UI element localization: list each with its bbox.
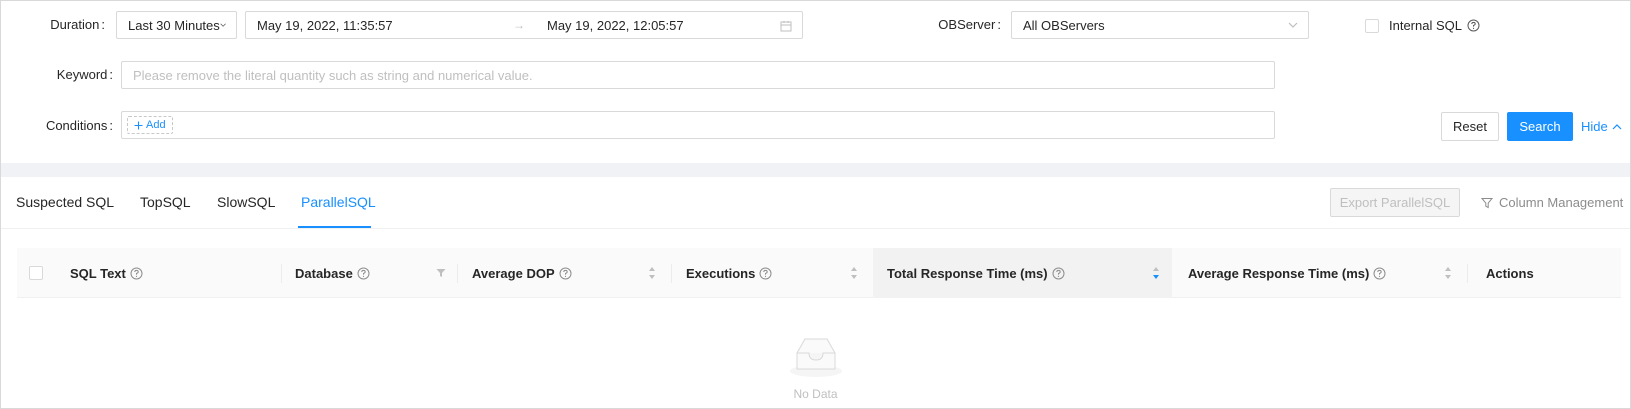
range-start[interactable]: May 19, 2022, 11:35:57 [246, 18, 393, 33]
column-filter-icon[interactable] [436, 268, 446, 278]
plus-icon [134, 121, 143, 129]
observer-label: OBServer: [938, 17, 1001, 32]
chevron-down-icon [1288, 22, 1298, 28]
calendar-icon [780, 21, 792, 32]
column-sql-text[interactable]: SQL Text [70, 248, 143, 298]
duration-label: Duration: [50, 17, 105, 32]
internal-sql-checkbox[interactable] [1365, 19, 1379, 33]
column-average-response-time[interactable]: Average Response Time (ms) [1188, 248, 1386, 298]
internal-sql-label: Internal SQL [1389, 18, 1462, 33]
question-icon[interactable] [1052, 267, 1065, 280]
active-tab-indicator [298, 226, 371, 228]
search-button[interactable]: Search [1507, 112, 1573, 141]
keyword-input[interactable]: Please remove the literal quantity such … [121, 61, 1275, 89]
duration-select[interactable]: Last 30 Minutes [116, 11, 237, 39]
conditions-box: Add [121, 111, 1275, 139]
column-total-response-time[interactable]: Total Response Time (ms) [873, 248, 1172, 298]
chevron-down-icon [220, 23, 226, 27]
filter-form: Duration: Last 30 Minutes May 19, 2022, … [1, 1, 1630, 163]
sort-icon[interactable] [850, 266, 858, 280]
tab-suspected-sql[interactable]: Suspected SQL [16, 194, 114, 210]
sort-icon[interactable] [1444, 266, 1452, 280]
conditions-label: Conditions: [45, 118, 113, 133]
range-end[interactable]: May 19, 2022, 12:05:57 [536, 18, 684, 33]
select-all-checkbox[interactable] [29, 266, 43, 280]
arrow-right-icon: → [513, 18, 525, 32]
reset-button[interactable]: Reset [1441, 112, 1499, 141]
duration-value: Last 30 Minutes [128, 17, 220, 33]
sort-descend-icon[interactable] [1152, 266, 1160, 280]
question-icon[interactable] [130, 267, 143, 280]
question-icon[interactable] [1467, 19, 1480, 32]
add-condition-button[interactable]: Add [127, 116, 173, 134]
empty-state-text: No Data [793, 387, 838, 401]
chevron-up-icon [1612, 123, 1622, 129]
sql-tabs: Suspected SQL TopSQL SlowSQL ParallelSQL… [1, 177, 1630, 229]
tab-parallelsql[interactable]: ParallelSQL [301, 194, 376, 210]
sort-icon[interactable] [648, 266, 656, 280]
observer-value: All OBServers [1023, 17, 1105, 33]
column-actions: Actions [1486, 265, 1534, 281]
question-icon[interactable] [559, 267, 572, 280]
hide-toggle[interactable]: Hide [1581, 119, 1622, 134]
keyword-placeholder: Please remove the literal quantity such … [133, 67, 533, 83]
column-management-button[interactable]: Column Management [1481, 195, 1623, 210]
column-executions[interactable]: Executions [686, 248, 772, 298]
column-average-dop[interactable]: Average DOP [472, 248, 572, 298]
question-icon[interactable] [759, 267, 772, 280]
empty-inbox-icon [789, 338, 842, 377]
empty-state [1, 333, 1630, 382]
time-range-picker[interactable]: May 19, 2022, 11:35:57 → May 19, 2022, 1… [245, 11, 803, 39]
tab-slowsql[interactable]: SlowSQL [217, 194, 275, 210]
keyword-label: Keyword: [56, 67, 113, 82]
tab-topsql[interactable]: TopSQL [140, 194, 191, 210]
table-header: SQL Text Database Average DOP Executions… [17, 248, 1621, 298]
sql-diagnosis-panel: Duration: Last 30 Minutes May 19, 2022, … [0, 0, 1631, 409]
question-icon[interactable] [1373, 267, 1386, 280]
observer-select[interactable]: All OBServers [1011, 11, 1309, 39]
column-database[interactable]: Database [295, 248, 370, 298]
filter-icon [1481, 197, 1493, 208]
question-icon[interactable] [357, 267, 370, 280]
export-parallelsql-button[interactable]: Export ParallelSQL [1330, 188, 1460, 217]
section-divider [1, 163, 1630, 177]
